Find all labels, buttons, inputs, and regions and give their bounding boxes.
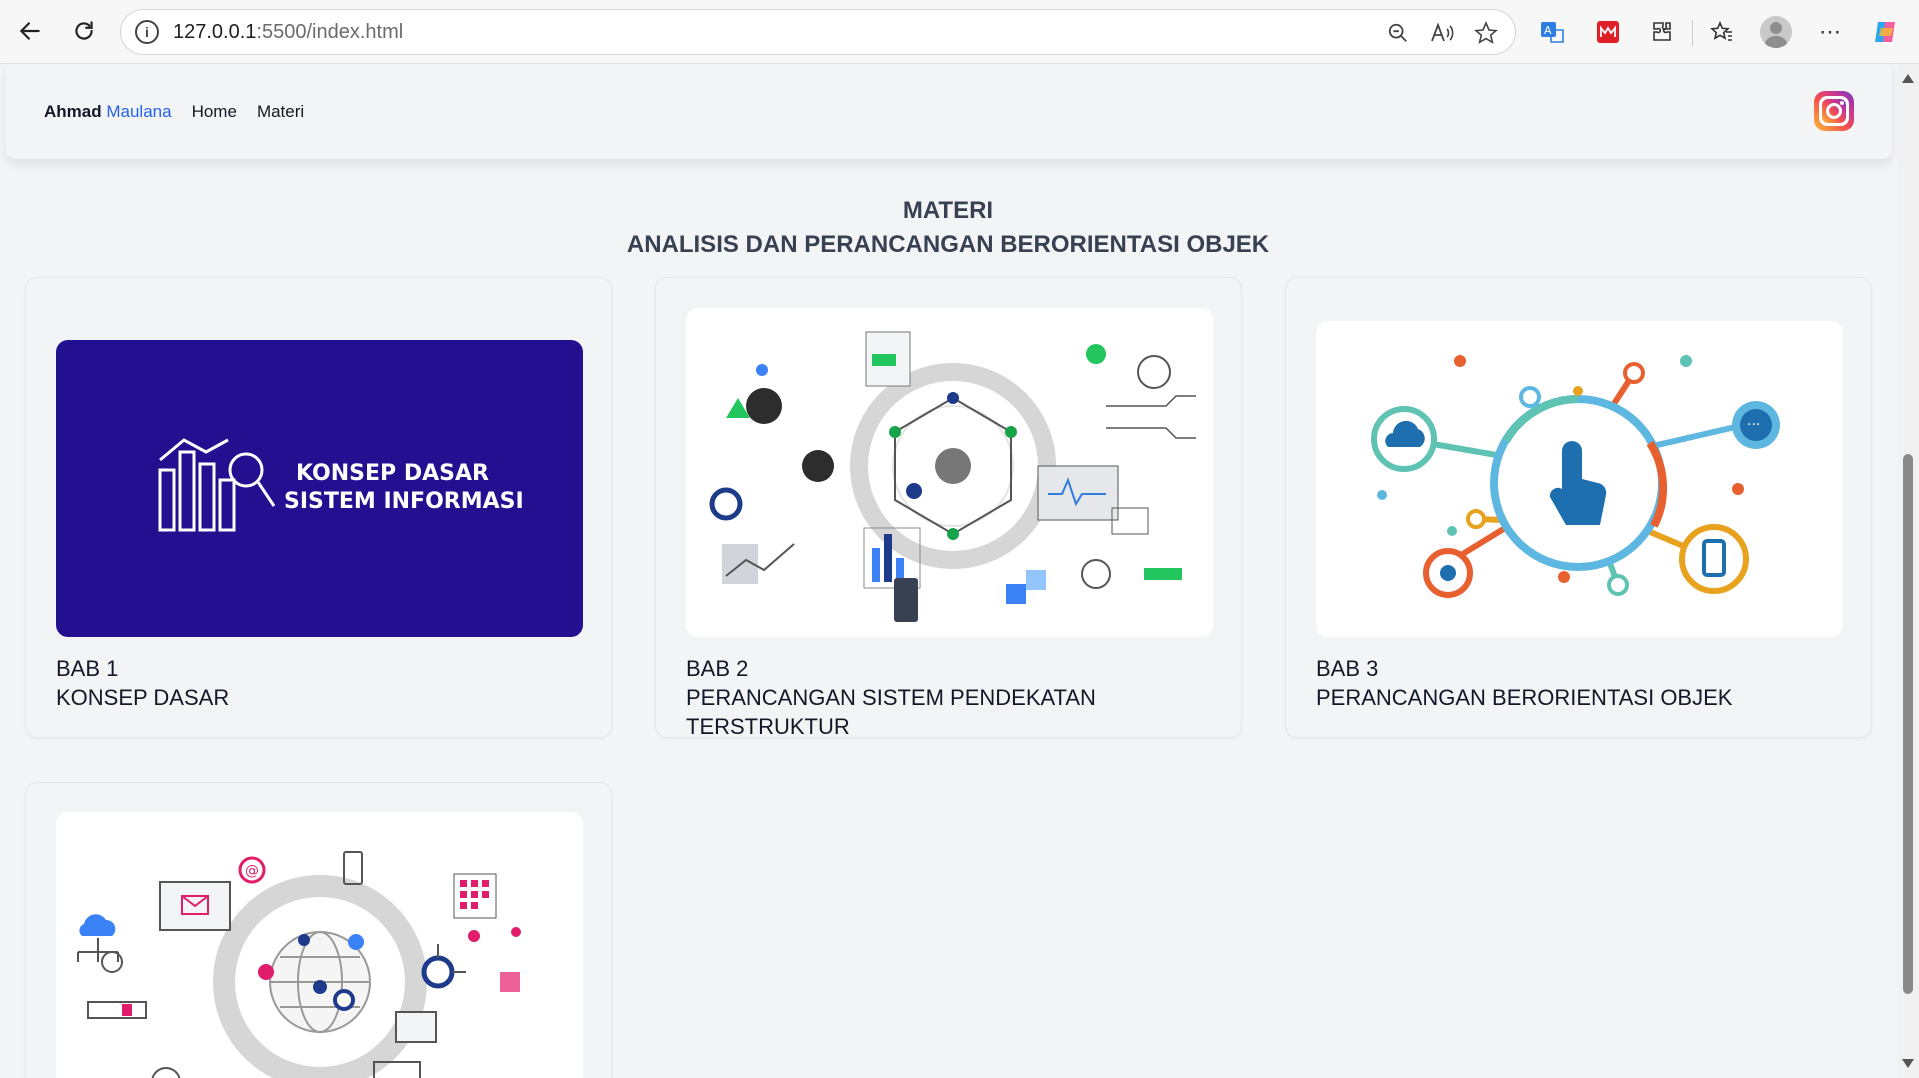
page-scrollbar[interactable] [1897, 64, 1919, 1078]
nav-link-materi[interactable]: Materi [257, 102, 304, 122]
address-bar[interactable]: i 127.0.0.1:5500/index.html [120, 9, 1516, 55]
back-icon[interactable] [12, 13, 48, 49]
scroll-thumb[interactable] [1903, 454, 1913, 994]
url-text: 127.0.0.1:5500/index.html [173, 20, 404, 43]
card-caption: BAB 1 KONSEP DASAR [56, 654, 229, 712]
svg-text:@: @ [245, 863, 259, 879]
card-bab-4[interactable]: @ [25, 782, 612, 1078]
card-image-network-hub: ··· [1316, 321, 1843, 637]
card-image-konsep-dasar: KONSEP DASAR SISTEM INFORMASI [56, 340, 583, 637]
card-bab-1[interactable]: KONSEP DASAR SISTEM INFORMASI BAB 1 KONS… [25, 277, 612, 738]
scroll-down-icon[interactable] [1902, 1059, 1914, 1068]
card-image-social-network: @ [56, 812, 583, 1078]
card-chapter: BAB 2 [686, 656, 749, 681]
favorites-icon[interactable] [1704, 14, 1740, 50]
more-options-icon[interactable]: ⋯ [1812, 14, 1848, 50]
card-name: KONSEP DASAR [56, 685, 230, 710]
browser-toolbar: i 127.0.0.1:5500/index.html A ⋯ [0, 0, 1919, 64]
card-caption: BAB 3 PERANCANGAN BERORIENTASI OBJEK [1316, 654, 1732, 712]
copilot-icon[interactable] [1868, 14, 1904, 50]
extension-red-icon[interactable] [1590, 14, 1626, 50]
favorite-star-icon[interactable] [1469, 16, 1503, 50]
zoom-out-icon[interactable] [1381, 16, 1415, 50]
banner-text: KONSEP DASAR SISTEM INFORMASI [284, 461, 524, 514]
read-aloud-icon[interactable] [1425, 16, 1459, 50]
page-subtitle: ANALISIS DAN PERANCANGAN BERORIENTASI OB… [626, 231, 1270, 258]
card-chapter: BAB 1 [56, 656, 119, 681]
instagram-icon[interactable] [1814, 91, 1854, 131]
card-bab-3[interactable]: ··· BAB 3 PERANCANGAN BERORIENTASI OBJEK [1285, 277, 1872, 738]
profile-avatar[interactable] [1758, 14, 1794, 50]
extensions-puzzle-icon[interactable] [1644, 14, 1680, 50]
svg-text:A: A [1544, 24, 1552, 37]
page-title: MATERI [902, 197, 994, 224]
translate-icon[interactable]: A [1534, 14, 1570, 50]
toolbar-separator [1692, 20, 1693, 46]
scroll-up-icon[interactable] [1902, 74, 1914, 83]
reload-icon[interactable] [66, 13, 102, 49]
site-info-icon[interactable]: i [135, 20, 159, 44]
svg-text:···: ··· [1747, 417, 1760, 433]
card-image-data-infographic [686, 308, 1213, 637]
card-name: PERANCANGAN SISTEM PENDEKATAN TERSTRUKTU… [686, 685, 1096, 739]
card-bab-2[interactable]: BAB 2 PERANCANGAN SISTEM PENDEKATAN TERS… [655, 277, 1242, 741]
card-chapter: BAB 3 [1316, 656, 1379, 681]
nav-link-home[interactable]: Home [192, 102, 237, 122]
card-caption: BAB 2 PERANCANGAN SISTEM PENDEKATAN TERS… [686, 654, 1241, 741]
site-navbar: Ahmad Maulana Home Materi [6, 64, 1892, 159]
page-heading: MATERI ANALISIS DAN PERANCANGAN BERORIEN… [0, 194, 1896, 262]
card-name: PERANCANGAN BERORIENTASI OBJEK [1316, 685, 1733, 710]
brand-logo[interactable]: Ahmad Maulana [44, 102, 172, 122]
